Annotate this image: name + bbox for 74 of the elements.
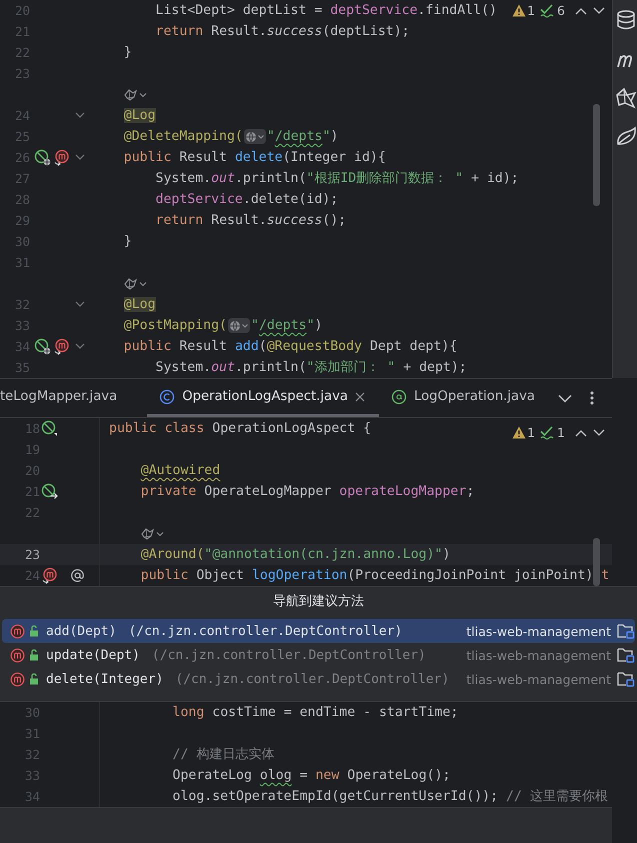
bean-icon[interactable] — [41, 483, 58, 500]
method-mapping-icon[interactable] — [53, 149, 70, 166]
code-line: return Result.success(); — [154, 212, 346, 230]
module-folder-icon — [617, 647, 635, 663]
code-line: } — [122, 233, 132, 251]
check-count: 6 — [557, 3, 565, 18]
annotation-icon — [391, 388, 407, 404]
chevron-down-icon[interactable] — [558, 394, 572, 402]
at-sign-icon[interactable] — [70, 568, 85, 583]
scrollbar-thumb[interactable] — [593, 538, 600, 586]
leaf-icon[interactable] — [615, 126, 637, 148]
chevron-down-icon[interactable] — [593, 6, 605, 14]
code-line: public class OperationLogAspect { — [109, 420, 372, 438]
chevron-up-icon[interactable] — [575, 6, 587, 14]
popup-item[interactable]: update(Dept) (/cn.jzn.controller.DeptController) tlias-web-management — [2, 643, 635, 667]
fold-icon[interactable] — [75, 112, 85, 119]
code-line: public Result delete(Integer id){ — [122, 149, 386, 167]
lock-icon — [29, 625, 39, 637]
code-line: deptService.delete(id); — [154, 191, 338, 209]
fold-icon[interactable] — [75, 343, 85, 350]
close-icon[interactable] — [355, 392, 365, 402]
code-line: @PostMapping( — [122, 317, 227, 335]
database-icon[interactable] — [615, 9, 637, 31]
warning-count: 1 — [527, 425, 536, 440]
code-line: @Around("@annotation(cn.jzn.anno.Log)") — [140, 546, 450, 564]
chevron-down-icon[interactable] — [593, 428, 605, 436]
code-line: @DeleteMapping( — [122, 128, 243, 146]
code-line: private OperateLogMapper operateLogMapper; — [140, 483, 474, 501]
check-count: 1 — [557, 425, 565, 440]
editor-tab[interactable]: OperationLogAspect.java — [147, 379, 379, 417]
code-line: } — [122, 44, 132, 62]
code-line: OperateLog olog = new OperateLog(); — [172, 767, 450, 785]
method-mapping-icon[interactable] — [53, 338, 70, 355]
popup-item[interactable]: delete(Integer) (/cn.jzn.controller.DeptController) tlias-web-management — [2, 667, 635, 691]
method-icon — [10, 648, 25, 662]
code-line: @Autowired — [140, 462, 220, 480]
code-line: List<Dept> deptList = deptService.findAll() — [154, 2, 497, 20]
warning-icon[interactable] — [512, 426, 526, 439]
code-line: public Result add(@RequestBody Dept dept){ — [122, 338, 458, 356]
bean-icon[interactable] — [41, 420, 58, 437]
chevron-up-icon[interactable] — [575, 428, 587, 436]
code-line: "/depts") — [266, 128, 338, 146]
module-folder-icon — [617, 623, 635, 639]
method-mapping-icon[interactable] — [41, 567, 58, 584]
class-icon — [159, 388, 176, 404]
code-line: "/depts") — [250, 317, 322, 335]
code-line: public Object logOperation(ProceedingJoinPoint joinPoint) t — [140, 567, 610, 585]
code-line: long costTime = endTime - startTime; — [172, 704, 458, 722]
module-folder-icon — [617, 671, 635, 687]
code-line: olog.setOperateEmpId(getCurrentUserId()); // 这里需要你根 — [172, 788, 608, 806]
more-options-icon[interactable] — [590, 391, 594, 405]
code-line: return Result.success(deptList); — [154, 23, 410, 41]
warning-icon[interactable] — [512, 4, 526, 17]
popup-item[interactable]: add(Dept) (/cn.jzn.controller.DeptController) tlias-web-management — [2, 619, 635, 643]
fold-icon[interactable] — [75, 154, 85, 161]
bean-icon[interactable] — [34, 338, 51, 355]
lock-icon — [29, 673, 39, 685]
warning-count: 1 — [527, 3, 536, 18]
editor-tab[interactable]: LogOperation.java — [379, 379, 550, 417]
method-icon — [10, 624, 25, 638]
editor-tab[interactable]: teLogMapper.java — [0, 379, 148, 417]
globe-hint-icon[interactable] — [228, 318, 250, 333]
fold-icon[interactable] — [75, 301, 85, 308]
code-line: System.out.println("添加部门： " + dept); — [154, 359, 467, 377]
code-line: // 构建日志实体 — [172, 746, 274, 764]
lock-icon — [29, 649, 39, 661]
method-icon — [10, 672, 25, 686]
popup-title: 导航到建议方法 — [272, 593, 365, 611]
line-number: 23 — [24, 546, 40, 564]
origami-icon[interactable] — [615, 87, 637, 109]
code-line: System.out.println("根据ID删除部门数据： " + id); — [154, 170, 519, 188]
globe-hint-icon[interactable] — [244, 129, 266, 144]
bean-icon[interactable] — [34, 149, 51, 166]
scrollbar-thumb[interactable] — [593, 104, 600, 206]
